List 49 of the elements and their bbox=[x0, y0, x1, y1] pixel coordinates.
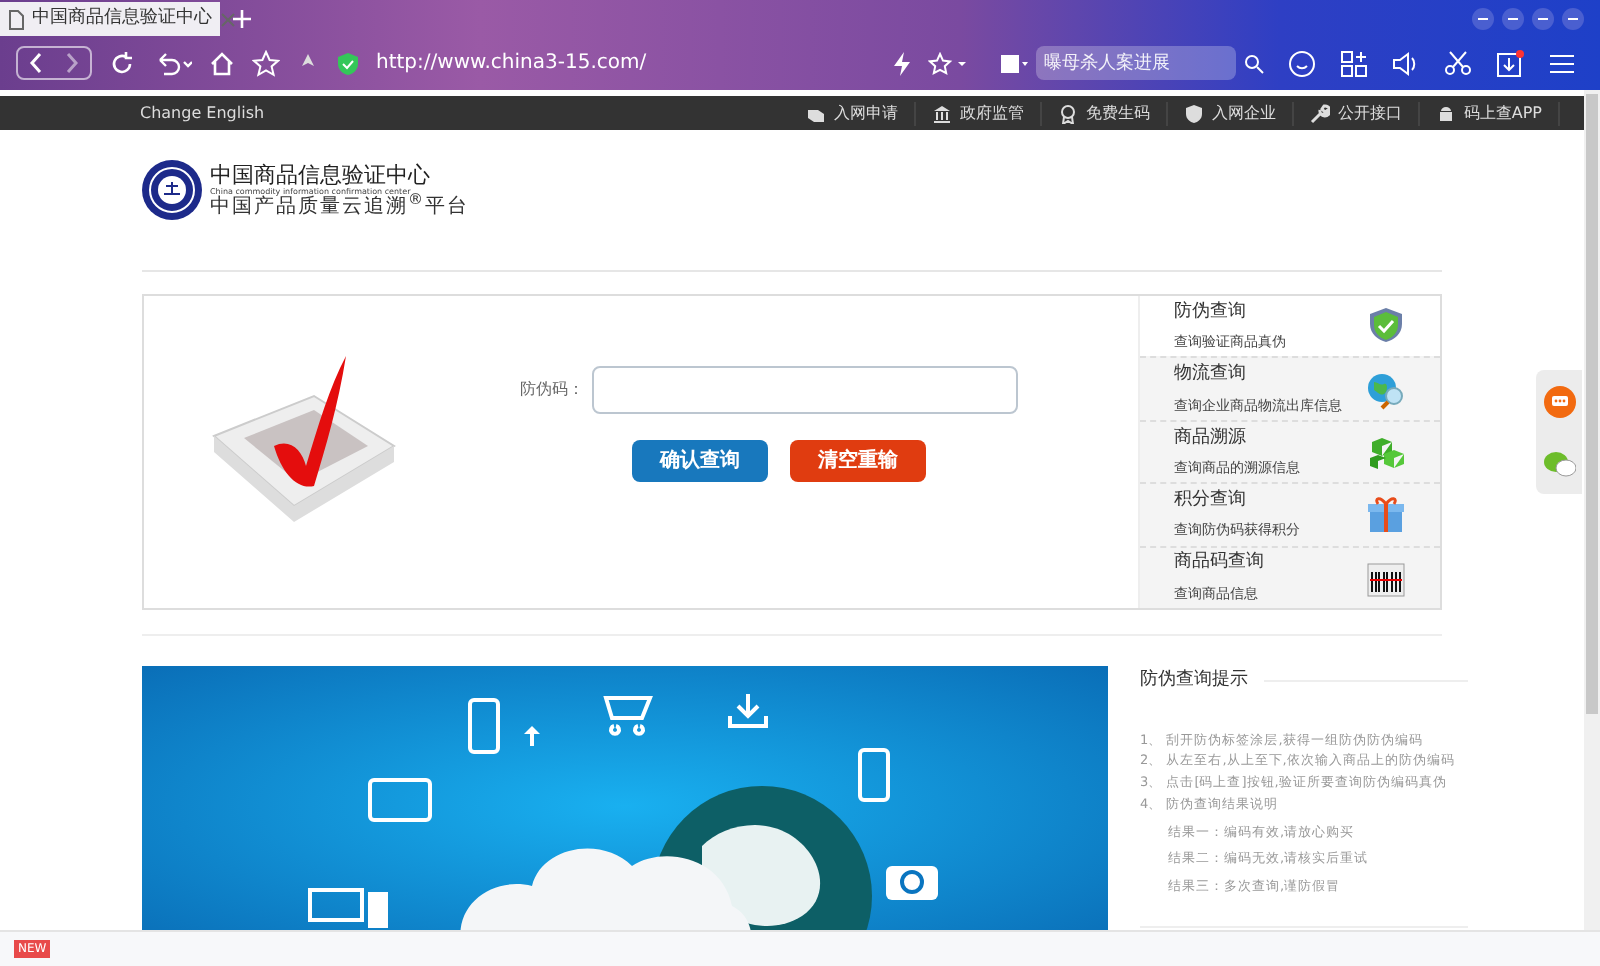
service-title: 防伪查询 bbox=[1174, 299, 1248, 326]
download-icon[interactable] bbox=[1496, 49, 1524, 77]
emblem-logo bbox=[142, 160, 202, 220]
page-icon bbox=[8, 9, 24, 29]
search-icon[interactable] bbox=[1244, 53, 1264, 73]
image-search-icon[interactable] bbox=[1000, 53, 1028, 73]
barcode-icon bbox=[1366, 557, 1406, 598]
nav-link[interactable]: 免费生码 bbox=[1041, 101, 1168, 125]
nav-link[interactable]: 码上查APP bbox=[1419, 101, 1560, 125]
ribbon-icon bbox=[1057, 103, 1078, 123]
clear-button[interactable]: 清空重输 bbox=[790, 440, 926, 482]
reload-icon[interactable] bbox=[108, 49, 136, 77]
service-title: 商品码查询 bbox=[1174, 550, 1264, 577]
language-link[interactable]: Change English bbox=[140, 101, 265, 125]
building-icon bbox=[931, 103, 952, 123]
service-title: 商品溯源 bbox=[1174, 425, 1248, 452]
chat-bubble-icon[interactable] bbox=[1543, 386, 1575, 418]
logo-tagline: 中国产品质量云追溯$^{®}$平台 bbox=[210, 197, 469, 217]
service-title: 积分查询 bbox=[1174, 487, 1248, 514]
globe-search-icon bbox=[1366, 369, 1406, 410]
shield-icon bbox=[336, 51, 360, 75]
apps-icon[interactable] bbox=[1340, 49, 1368, 77]
address-bar[interactable]: http://www.china3-15.com/ bbox=[376, 48, 876, 78]
field-label: 防伪码： bbox=[520, 378, 584, 402]
star-icon[interactable] bbox=[252, 49, 280, 77]
logo-title: 中国商品信息验证中心 bbox=[210, 163, 432, 185]
confirm-query-button[interactable]: 确认查询 bbox=[632, 440, 768, 482]
shield-check-icon bbox=[1366, 306, 1406, 347]
nav-link[interactable]: 公开接口 bbox=[1293, 101, 1420, 125]
tab-title: 中国商品信息验证中心 bbox=[32, 5, 212, 32]
wrench-icon bbox=[1309, 103, 1330, 123]
home-icon[interactable] bbox=[208, 49, 236, 77]
gift-box-icon bbox=[1366, 494, 1406, 535]
back-forward-buttons[interactable] bbox=[16, 46, 92, 80]
chat-icon[interactable] bbox=[1288, 49, 1316, 77]
shield-icon bbox=[1183, 103, 1204, 123]
lightning-icon[interactable] bbox=[892, 51, 912, 75]
code-input-field[interactable] bbox=[592, 366, 1018, 414]
star-icon[interactable] bbox=[928, 51, 968, 75]
scrollbar[interactable] bbox=[1584, 90, 1600, 930]
nav-link[interactable]: 入网企业 bbox=[1167, 101, 1294, 125]
service-title: 物流查询 bbox=[1174, 362, 1248, 389]
nav-link[interactable]: 政府监管 bbox=[915, 101, 1042, 125]
minimize-icon[interactable] bbox=[1502, 7, 1524, 29]
nav-link[interactable]: 入网申请 bbox=[789, 101, 916, 125]
cubes-icon bbox=[1366, 432, 1406, 473]
tips-heading: 防伪查询提示 bbox=[1140, 668, 1248, 694]
speaker-icon[interactable] bbox=[1392, 49, 1420, 77]
scissors-icon[interactable] bbox=[1444, 49, 1472, 77]
